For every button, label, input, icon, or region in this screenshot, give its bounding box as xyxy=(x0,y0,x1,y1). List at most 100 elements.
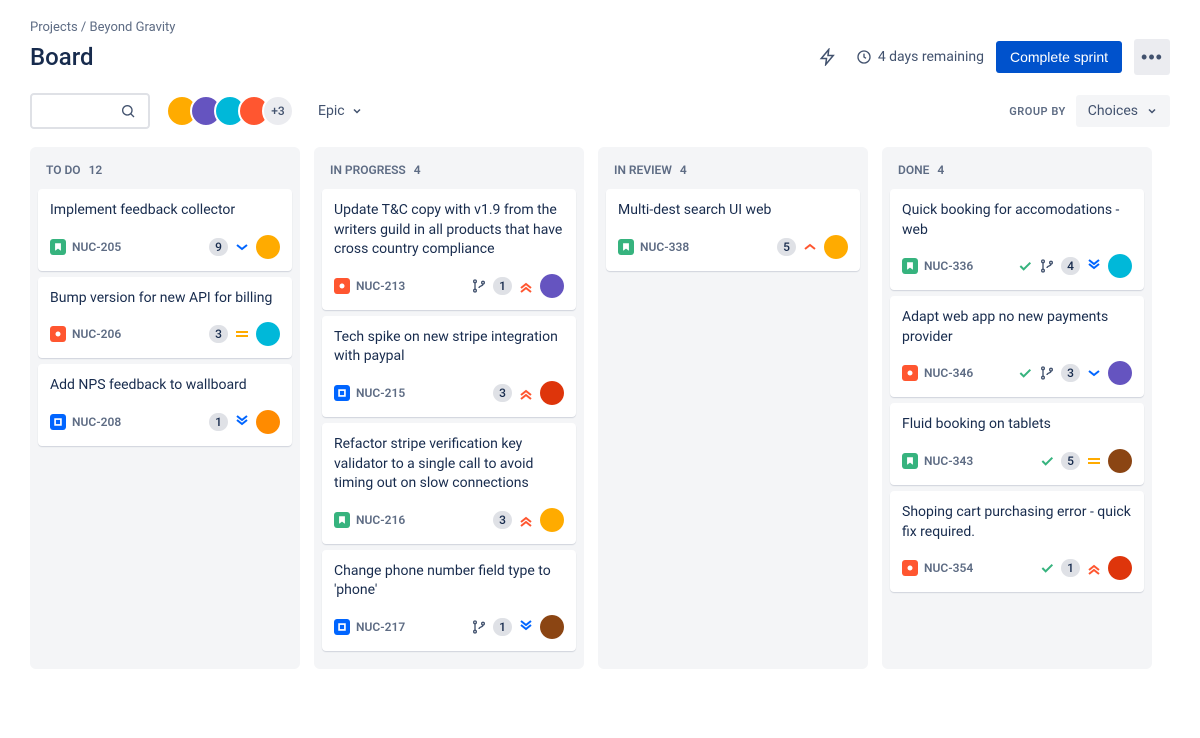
card-title: Implement feedback collector xyxy=(50,201,280,221)
bug-icon xyxy=(902,365,918,381)
story-points-badge: 3 xyxy=(493,384,512,402)
done-check-icon xyxy=(1039,560,1055,576)
issue-card[interactable]: Quick booking for accomodations - web NU… xyxy=(890,189,1144,290)
assignee-avatars[interactable]: +3 xyxy=(166,95,294,127)
avatar-overflow[interactable]: +3 xyxy=(262,95,294,127)
column-header: IN PROGRESS4 xyxy=(322,159,576,189)
issue-key[interactable]: NUC-343 xyxy=(902,453,973,469)
breadcrumb-root[interactable]: Projects xyxy=(30,20,78,35)
priority-lowest-icon xyxy=(518,619,534,635)
story-icon xyxy=(902,453,918,469)
clock-icon xyxy=(856,49,872,65)
board-column: DONE4 Quick booking for accomodations - … xyxy=(882,147,1152,669)
automation-icon[interactable] xyxy=(812,41,844,73)
branch-icon xyxy=(471,278,487,294)
issue-card[interactable]: Implement feedback collector NUC-205 9 xyxy=(38,189,292,271)
card-title: Fluid booking on tablets xyxy=(902,415,1132,435)
story-points-badge: 3 xyxy=(209,325,228,343)
complete-sprint-button[interactable]: Complete sprint xyxy=(996,41,1122,73)
story-points-badge: 4 xyxy=(1061,257,1080,275)
column-header: TO DO12 xyxy=(38,159,292,189)
chevron-down-icon xyxy=(1146,105,1158,117)
card-title: Shoping cart purchasing error - quick fi… xyxy=(902,503,1132,542)
priority-lowest-icon xyxy=(234,414,250,430)
priority-highest-icon xyxy=(1086,560,1102,576)
issue-card[interactable]: Bump version for new API for billing NUC… xyxy=(38,277,292,359)
issue-key[interactable]: NUC-336 xyxy=(902,258,973,274)
story-points-badge: 5 xyxy=(777,238,796,256)
search-icon xyxy=(120,103,136,119)
assignee-avatar[interactable] xyxy=(256,235,280,259)
issue-key[interactable]: NUC-338 xyxy=(618,239,689,255)
card-title: Change phone number field type to 'phone… xyxy=(334,562,564,601)
issue-key[interactable]: NUC-354 xyxy=(902,560,973,576)
assignee-avatar[interactable] xyxy=(540,274,564,298)
issue-key[interactable]: NUC-215 xyxy=(334,385,405,401)
search-input[interactable] xyxy=(30,93,150,129)
bug-icon xyxy=(902,560,918,576)
board-column: IN PROGRESS4 Update T&C copy with v1.9 f… xyxy=(314,147,584,669)
board-column: IN REVIEW4 Multi-dest search UI web NUC-… xyxy=(598,147,868,669)
issue-key[interactable]: NUC-346 xyxy=(902,365,973,381)
priority-highest-icon xyxy=(518,385,534,401)
assignee-avatar[interactable] xyxy=(824,235,848,259)
breadcrumb: Projects / Beyond Gravity xyxy=(30,20,1170,35)
story-icon xyxy=(50,239,66,255)
more-actions-button[interactable]: ••• xyxy=(1134,39,1170,75)
assignee-avatar[interactable] xyxy=(1108,361,1132,385)
issue-card[interactable]: Tech spike on new stripe integration wit… xyxy=(322,316,576,417)
page-title: Board xyxy=(30,43,94,71)
issue-card[interactable]: Refactor stripe verification key validat… xyxy=(322,423,576,544)
issue-card[interactable]: Fluid booking on tablets NUC-343 5 xyxy=(890,403,1144,485)
priority-low-icon xyxy=(1086,365,1102,381)
issue-key[interactable]: NUC-205 xyxy=(50,239,121,255)
issue-card[interactable]: Change phone number field type to 'phone… xyxy=(322,550,576,651)
story-points-badge: 9 xyxy=(209,238,228,256)
issue-card[interactable]: Shoping cart purchasing error - quick fi… xyxy=(890,491,1144,592)
bug-icon xyxy=(50,326,66,342)
story-icon xyxy=(618,239,634,255)
card-title: Bump version for new API for billing xyxy=(50,289,280,309)
card-title: Add NPS feedback to wallboard xyxy=(50,376,280,396)
card-title: Refactor stripe verification key validat… xyxy=(334,435,564,494)
breadcrumb-project[interactable]: Beyond Gravity xyxy=(90,20,176,35)
task-icon xyxy=(50,414,66,430)
issue-card[interactable]: Multi-dest search UI web NUC-338 5 xyxy=(606,189,860,271)
card-title: Multi-dest search UI web xyxy=(618,201,848,221)
branch-icon xyxy=(1039,365,1055,381)
priority-medium-icon xyxy=(234,326,250,342)
issue-key[interactable]: NUC-206 xyxy=(50,326,121,342)
priority-lowest-icon xyxy=(1086,258,1102,274)
branch-icon xyxy=(471,619,487,635)
issue-key[interactable]: NUC-216 xyxy=(334,512,405,528)
column-header: IN REVIEW4 xyxy=(606,159,860,189)
assignee-avatar[interactable] xyxy=(540,615,564,639)
story-icon xyxy=(902,258,918,274)
issue-key[interactable]: NUC-213 xyxy=(334,278,405,294)
issue-card[interactable]: Add NPS feedback to wallboard NUC-208 1 xyxy=(38,364,292,446)
assignee-avatar[interactable] xyxy=(256,410,280,434)
issue-card[interactable]: Update T&C copy with v1.9 from the write… xyxy=(322,189,576,310)
assignee-avatar[interactable] xyxy=(1108,254,1132,278)
task-icon xyxy=(334,619,350,635)
story-points-badge: 5 xyxy=(1061,452,1080,470)
done-check-icon xyxy=(1017,258,1033,274)
bug-icon xyxy=(334,278,350,294)
group-by-select[interactable]: Choices xyxy=(1076,95,1170,127)
issue-key[interactable]: NUC-217 xyxy=(334,619,405,635)
done-check-icon xyxy=(1017,365,1033,381)
assignee-avatar[interactable] xyxy=(1108,449,1132,473)
group-by-label: GROUP BY xyxy=(1009,105,1066,118)
priority-highest-icon xyxy=(518,512,534,528)
priority-low-icon xyxy=(234,239,250,255)
epic-filter[interactable]: Epic xyxy=(310,97,371,125)
assignee-avatar[interactable] xyxy=(540,381,564,405)
issue-card[interactable]: Adapt web app no new payments provider N… xyxy=(890,296,1144,397)
issue-key[interactable]: NUC-208 xyxy=(50,414,121,430)
card-title: Quick booking for accomodations - web xyxy=(902,201,1132,240)
assignee-avatar[interactable] xyxy=(540,508,564,532)
assignee-avatar[interactable] xyxy=(256,322,280,346)
story-icon xyxy=(334,512,350,528)
assignee-avatar[interactable] xyxy=(1108,556,1132,580)
done-check-icon xyxy=(1039,453,1055,469)
